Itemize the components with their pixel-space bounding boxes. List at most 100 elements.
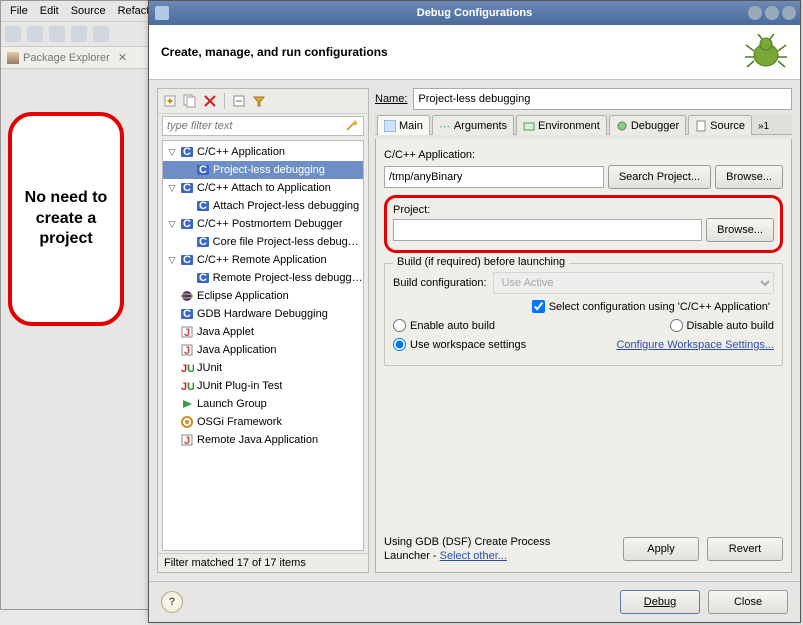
apply-button[interactable]: Apply: [623, 537, 699, 561]
tree-item[interactable]: Launch Group: [163, 395, 363, 413]
launcher-row: Using GDB (DSF) Create Process Launcher …: [384, 529, 783, 564]
select-config-checkbox[interactable]: [532, 300, 545, 313]
toolbar-icon[interactable]: [5, 26, 21, 42]
dialog-header: Create, manage, and run configurations: [149, 25, 800, 80]
tree-item[interactable]: CProject-less debugging: [163, 161, 363, 179]
tab-environment[interactable]: Environment: [516, 115, 607, 135]
select-launcher-link[interactable]: Select other...: [440, 550, 507, 562]
search-project-button[interactable]: Search Project...: [608, 165, 711, 189]
tree-item[interactable]: CCore file Project-less debugging: [163, 233, 363, 251]
package-explorer-tab[interactable]: Package Explorer ✕: [1, 47, 159, 69]
tree-item-label: OSGi Framework: [197, 416, 282, 428]
menu-file[interactable]: File: [5, 3, 33, 19]
close-button[interactable]: [782, 6, 796, 20]
tree-twistie-icon[interactable]: [167, 309, 177, 319]
tree-twistie-icon[interactable]: [183, 165, 193, 175]
dialog-icon: [155, 6, 169, 20]
new-config-icon[interactable]: ✦: [162, 93, 178, 109]
revert-button[interactable]: Revert: [707, 537, 783, 561]
arguments-tab-icon: ⋯: [439, 120, 451, 132]
tree-type-icon: [180, 289, 194, 303]
tree-item[interactable]: CRemote Project-less debugging: [163, 269, 363, 287]
toolbar-icon[interactable]: [27, 26, 43, 42]
tab-source[interactable]: Source: [688, 115, 752, 135]
tree-twistie-icon[interactable]: [167, 417, 177, 427]
workspace-settings-link[interactable]: Configure Workspace Settings...: [616, 339, 774, 351]
delete-config-icon[interactable]: [202, 93, 218, 109]
menu-edit[interactable]: Edit: [35, 3, 64, 19]
toolbar-icon[interactable]: [93, 26, 109, 42]
app-path-input[interactable]: [384, 166, 604, 188]
tree-twistie-icon[interactable]: [183, 273, 193, 283]
filter-icon[interactable]: [251, 93, 267, 109]
tree-twistie-icon[interactable]: ▽: [167, 183, 177, 193]
browse-app-button[interactable]: Browse...: [715, 165, 783, 189]
tree-type-icon: [180, 415, 194, 429]
filter-input[interactable]: [162, 116, 364, 136]
browse-project-button[interactable]: Browse...: [706, 218, 774, 242]
tree-twistie-icon[interactable]: [167, 327, 177, 337]
tree-twistie-icon[interactable]: [183, 237, 193, 247]
tree-twistie-icon[interactable]: [167, 381, 177, 391]
tree-item[interactable]: CGDB Hardware Debugging: [163, 305, 363, 323]
tree-item[interactable]: JUJUnit: [163, 359, 363, 377]
name-label: Name:: [375, 93, 407, 105]
tree-twistie-icon[interactable]: [167, 363, 177, 373]
close-icon[interactable]: ✕: [118, 51, 127, 64]
tree-item[interactable]: JRemote Java Application: [163, 431, 363, 449]
duplicate-config-icon[interactable]: [182, 93, 198, 109]
tree-item[interactable]: JJava Application: [163, 341, 363, 359]
tab-debugger[interactable]: Debugger: [609, 115, 686, 135]
tree-type-icon: J: [180, 433, 194, 447]
config-tree[interactable]: ▽CC/C++ ApplicationCProject-less debuggi…: [162, 140, 364, 551]
tree-twistie-icon[interactable]: ▽: [167, 255, 177, 265]
tree-item[interactable]: ▽CC/C++ Application: [163, 143, 363, 161]
tree-item[interactable]: ▽CC/C++ Postmortem Debugger: [163, 215, 363, 233]
close-dialog-button[interactable]: Close: [708, 590, 788, 614]
debug-button[interactable]: Debug: [620, 590, 700, 614]
build-group: Build (if required) before launching Bui…: [384, 263, 783, 366]
environment-tab-icon: [523, 120, 535, 132]
enable-auto-build-radio[interactable]: [393, 319, 406, 332]
tree-item[interactable]: JJava Applet: [163, 323, 363, 341]
tree-item[interactable]: ▽CC/C++ Remote Application: [163, 251, 363, 269]
name-input[interactable]: [413, 88, 792, 110]
maximize-button[interactable]: [765, 6, 779, 20]
help-button[interactable]: ?: [161, 591, 183, 613]
tree-item[interactable]: Eclipse Application: [163, 287, 363, 305]
tree-twistie-icon[interactable]: [167, 435, 177, 445]
main-toolbar: [1, 22, 159, 47]
minimize-button[interactable]: [748, 6, 762, 20]
clear-filter-icon[interactable]: [344, 119, 358, 133]
tree-twistie-icon[interactable]: [167, 399, 177, 409]
collapse-all-icon[interactable]: [231, 93, 247, 109]
tree-item[interactable]: OSGi Framework: [163, 413, 363, 431]
svg-text:C: C: [183, 254, 191, 266]
tree-item-label: JUnit Plug-in Test: [197, 380, 282, 392]
toolbar-icon[interactable]: [49, 26, 65, 42]
tree-twistie-icon[interactable]: [167, 291, 177, 301]
disable-auto-build-radio[interactable]: [670, 319, 683, 332]
tree-item-label: Core file Project-less debugging: [213, 236, 363, 248]
dialog-title: Debug Configurations: [417, 7, 533, 19]
svg-text:C: C: [183, 146, 191, 158]
dialog-titlebar[interactable]: Debug Configurations: [149, 1, 800, 25]
tree-type-icon: C: [196, 271, 210, 285]
project-input[interactable]: [393, 219, 702, 241]
config-toolbar: ✦: [158, 89, 368, 114]
tree-twistie-icon[interactable]: ▽: [167, 219, 177, 229]
tree-twistie-icon[interactable]: ▽: [167, 147, 177, 157]
tree-type-icon: C: [196, 199, 210, 213]
use-workspace-radio[interactable]: [393, 338, 406, 351]
tab-arguments[interactable]: ⋯Arguments: [432, 115, 514, 135]
tabs-overflow[interactable]: »1: [754, 119, 773, 134]
build-config-select: Use Active: [493, 272, 774, 294]
tree-twistie-icon[interactable]: [183, 201, 193, 211]
tree-twistie-icon[interactable]: [167, 345, 177, 355]
menu-source[interactable]: Source: [66, 3, 111, 19]
toolbar-icon[interactable]: [71, 26, 87, 42]
tab-main[interactable]: Main: [377, 115, 430, 135]
tree-item[interactable]: CAttach Project-less debugging: [163, 197, 363, 215]
tree-item[interactable]: JUJUnit Plug-in Test: [163, 377, 363, 395]
tree-item[interactable]: ▽CC/C++ Attach to Application: [163, 179, 363, 197]
